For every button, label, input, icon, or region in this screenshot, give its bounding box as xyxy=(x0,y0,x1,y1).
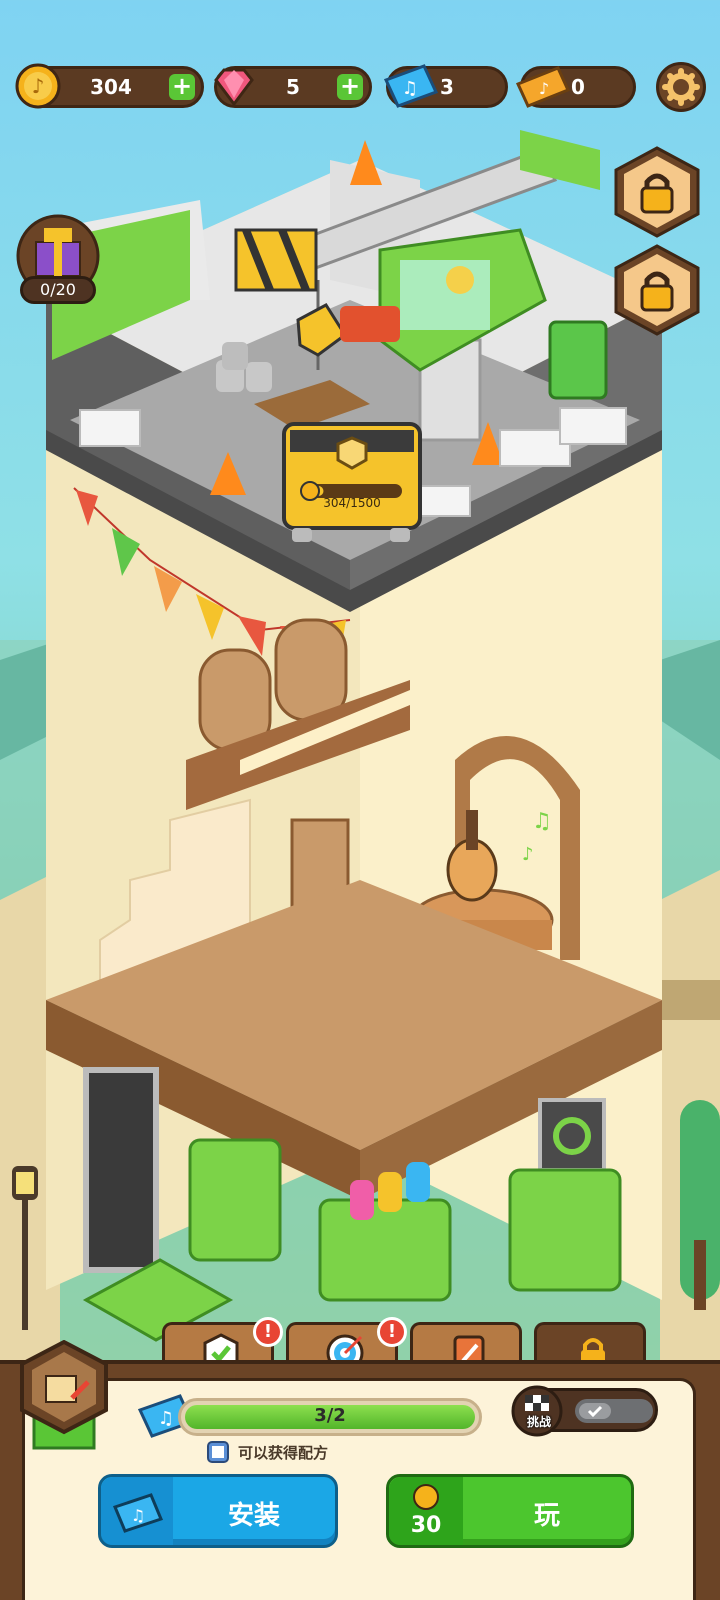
challenge-toggle[interactable]: 挑战 xyxy=(511,1385,658,1437)
ticket-progress-bar: 3/2 xyxy=(178,1398,482,1436)
currency-bar: 304 + ♪ 5 + 3 ♫ 0 ♪ xyxy=(14,62,706,112)
install-button[interactable]: ♫ 安装 xyxy=(98,1474,338,1548)
furniture-icon xyxy=(45,1375,77,1403)
locked-floor-progress-text: 304/1500 xyxy=(323,496,381,510)
recipe-icon xyxy=(207,1441,229,1463)
svg-text:♫: ♫ xyxy=(402,78,418,99)
blue-ticket-icon: ♫ xyxy=(383,64,439,108)
play-cost-value: 30 xyxy=(410,1513,442,1538)
add-gems-button[interactable]: + xyxy=(337,74,363,100)
gear-icon xyxy=(662,68,700,106)
coin-icon: ♪ xyxy=(15,63,61,109)
play-button-label: 玩 xyxy=(533,1501,560,1531)
install-button-icon-area: ♫ xyxy=(101,1477,173,1545)
locked-slot-button-1[interactable] xyxy=(614,146,700,238)
blue-ticket-icon: ♫ xyxy=(112,1493,164,1533)
gift-box-count: 0/20 xyxy=(20,276,96,304)
locked-slot-button-2[interactable] xyxy=(614,244,700,336)
svg-text:♫: ♫ xyxy=(158,1408,174,1429)
build-tool-badge[interactable] xyxy=(16,1340,112,1450)
play-button[interactable]: 30 玩 xyxy=(386,1474,634,1548)
challenge-switch[interactable] xyxy=(575,1399,653,1423)
recipe-hint-text: 可以获得配方 xyxy=(238,1443,329,1462)
gift-box-button[interactable]: 0/20 xyxy=(14,214,102,306)
svg-text:♫: ♫ xyxy=(532,809,552,834)
svg-text:♪: ♪ xyxy=(522,844,534,865)
ticket-progress-text: 3/2 xyxy=(314,1405,346,1426)
svg-text:♪: ♪ xyxy=(32,74,45,98)
check-icon xyxy=(579,1403,611,1419)
install-button-label: 安装 xyxy=(227,1501,280,1531)
add-coins-button[interactable]: + xyxy=(169,74,195,100)
svg-text:♫: ♫ xyxy=(131,1506,145,1525)
tasks-alert-badge: ! xyxy=(253,1317,283,1347)
gem-icon xyxy=(214,68,254,107)
target-alert-badge: ! xyxy=(377,1317,407,1347)
svg-text:♪: ♪ xyxy=(539,79,549,98)
coin-icon xyxy=(413,1484,439,1510)
challenge-label: 挑战 xyxy=(526,1415,551,1429)
gift-box-icon xyxy=(16,214,100,298)
play-cost-area: 30 xyxy=(389,1477,463,1545)
settings-button[interactable] xyxy=(656,62,706,112)
gold-ticket-icon: ♪ xyxy=(515,66,571,108)
recipe-hint: 可以获得配方 xyxy=(206,1438,328,1466)
